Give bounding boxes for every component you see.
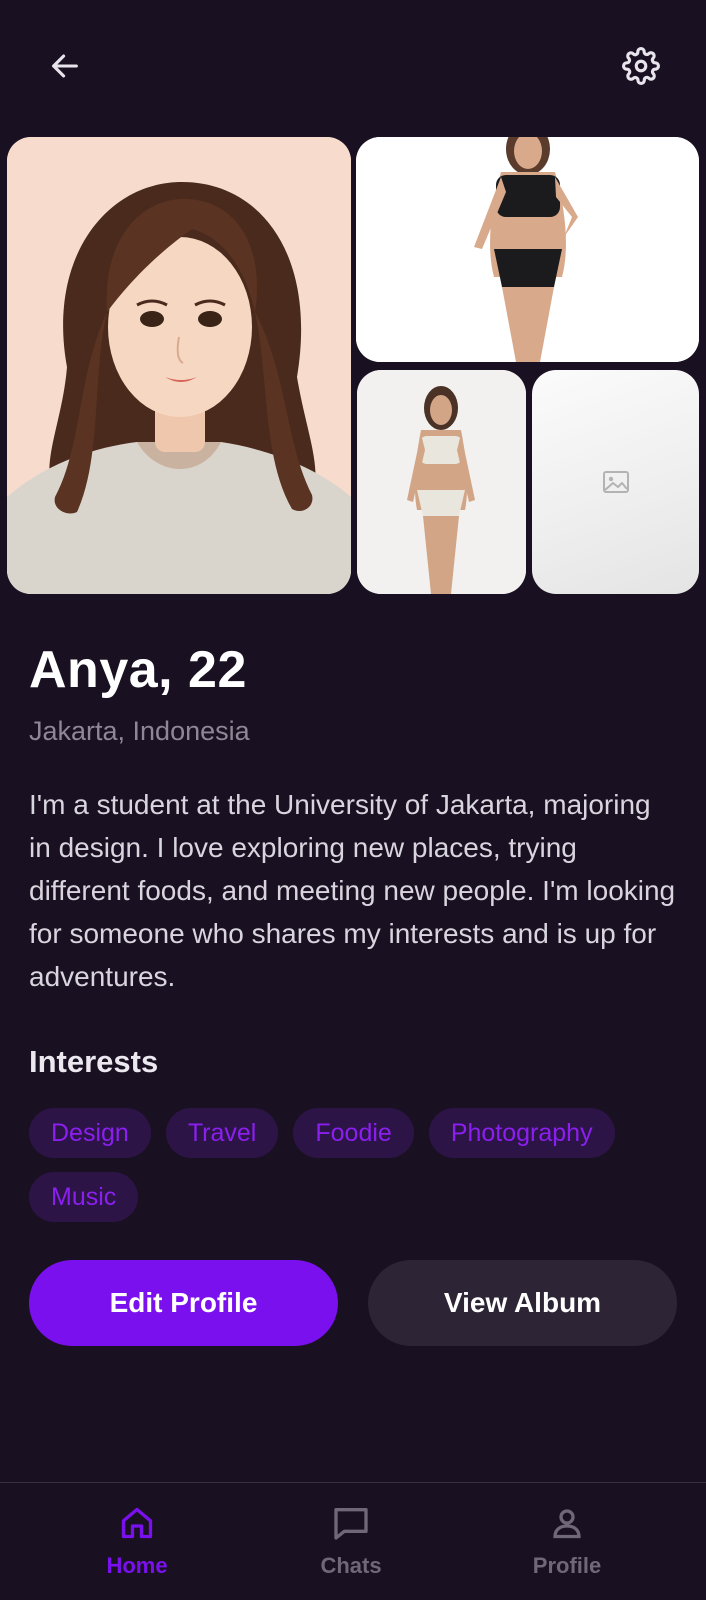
nav-label-chats: Chats — [320, 1553, 382, 1578]
interest-chip-photography[interactable]: Photography — [428, 1108, 615, 1158]
edit-profile-button[interactable]: Edit Profile — [29, 1260, 338, 1346]
person-icon — [553, 1509, 581, 1539]
settings-button[interactable] — [611, 36, 671, 96]
interest-chip-foodie[interactable]: Foodie — [293, 1108, 414, 1158]
photo-figure — [356, 137, 699, 362]
interest-chips: Design Travel Foodie Photography Music — [29, 1108, 689, 1222]
nav-label-home: Home — [106, 1553, 168, 1578]
empty-photo-slot[interactable] — [532, 370, 699, 594]
arrow-left-icon — [52, 54, 78, 78]
profile-screen: Anya, 22 Jakarta, Indonesia I'm a studen… — [0, 0, 706, 1600]
profile-location: Jakarta, Indonesia — [29, 716, 250, 746]
interest-chip-design[interactable]: Design — [29, 1108, 151, 1158]
photo-figure — [357, 370, 526, 594]
nav-item-home[interactable]: Home — [67, 1483, 207, 1600]
chat-bubble-icon — [334, 1508, 368, 1540]
gear-icon — [622, 47, 660, 85]
portrait-illustration — [7, 137, 351, 594]
nav-label-profile: Profile — [532, 1553, 602, 1578]
interest-chip-travel[interactable]: Travel — [165, 1108, 279, 1158]
gallery-photo-1[interactable] — [356, 137, 699, 362]
home-icon — [121, 1507, 153, 1539]
main-profile-photo[interactable] — [7, 137, 351, 594]
bottom-navigation: Home Chats Profile — [0, 1482, 706, 1600]
nav-item-chats[interactable]: Chats — [281, 1483, 421, 1600]
interest-chip-music[interactable]: Music — [29, 1172, 139, 1222]
gallery-photo-2[interactable] — [357, 370, 526, 594]
profile-bio: I'm a student at the University of Jakar… — [29, 789, 676, 992]
interests-heading: Interests — [29, 1044, 159, 1079]
image-placeholder-icon — [602, 471, 629, 493]
nav-item-profile[interactable]: Profile — [497, 1483, 637, 1600]
top-bar — [0, 0, 706, 130]
back-button[interactable] — [35, 36, 95, 96]
profile-name-age: Anya, 22 — [29, 641, 247, 699]
view-album-button[interactable]: View Album — [368, 1260, 677, 1346]
